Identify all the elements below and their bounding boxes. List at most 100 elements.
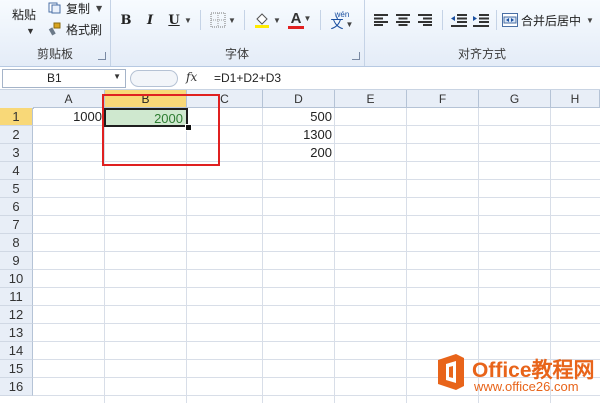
merge-center-button[interactable]: 合并后居中 ▼ [502, 10, 600, 30]
gridline [33, 341, 600, 342]
watermark: Office教程网 www.office26.com [432, 348, 600, 400]
gridline [33, 269, 600, 270]
separator [320, 10, 321, 30]
column-header-a[interactable]: A [33, 90, 105, 108]
font-group-label: 字体 [224, 47, 249, 61]
copy-icon [48, 2, 61, 14]
row-header-13[interactable]: 13 [0, 324, 33, 342]
dialog-launcher-icon[interactable] [352, 52, 360, 60]
formula-bar: B1 ▼ fx =D1+D2+D3 [0, 67, 600, 90]
chevron-down-icon: ▼ [228, 15, 236, 25]
row-header-16[interactable]: 16 [0, 378, 33, 396]
insert-function-icon[interactable]: fx [186, 70, 197, 84]
row-header-10[interactable]: 10 [0, 270, 33, 288]
font-color-button[interactable]: A ▼ [286, 10, 316, 30]
row-header-9[interactable]: 9 [0, 252, 33, 270]
separator [244, 10, 245, 30]
chevron-down-icon: ▼ [586, 15, 594, 25]
font-group: B I U ▼ ▼ ▼ A ▼ wén 文 ▼ 字体 [110, 0, 365, 66]
underline-dropdown[interactable]: ▼ [182, 10, 192, 30]
column-header-f[interactable]: F [407, 90, 479, 108]
separator [200, 10, 201, 30]
align-center-button[interactable] [394, 10, 412, 30]
row-header-1[interactable]: 1 [0, 108, 33, 126]
formula-resize-handle[interactable] [130, 70, 178, 87]
ribbon: 粘贴 ▼ 复制 ▼ 格式刷 剪贴板 B I U ▼ ▼ ▼ A ▼ wén 文 … [0, 0, 600, 67]
gridline [33, 179, 600, 180]
border-icon [210, 12, 226, 28]
name-box-value: B1 [47, 71, 62, 85]
chevron-down-icon: ▼ [113, 72, 121, 81]
decrease-indent-icon [451, 13, 467, 27]
gridline [33, 197, 600, 198]
decrease-indent-button[interactable] [450, 10, 468, 30]
clipboard-group-label: 剪贴板 [36, 47, 73, 61]
align-left-button[interactable] [372, 10, 390, 30]
brush-icon [48, 22, 61, 36]
name-box[interactable]: B1 ▼ [2, 69, 126, 88]
row-header-15[interactable]: 15 [0, 360, 33, 378]
formula-input[interactable]: =D1+D2+D3 [214, 71, 281, 85]
cell-d1[interactable]: 500 [263, 108, 335, 126]
phonetic-wen2-label: 文 [330, 17, 344, 32]
column-header-d[interactable]: D [263, 90, 335, 108]
merge-center-label: 合并后居中 [521, 13, 582, 28]
select-all-corner[interactable] [0, 90, 34, 109]
underline-button[interactable]: U [166, 10, 182, 30]
clipboard-group: 粘贴 ▼ 复制 ▼ 格式刷 剪贴板 [0, 0, 111, 66]
row-header-12[interactable]: 12 [0, 306, 33, 324]
paste-label: 粘贴 [12, 8, 37, 22]
italic-button[interactable]: I [142, 10, 158, 30]
phonetic-button[interactable]: wén 文 ▼ [326, 10, 358, 32]
align-center-icon [396, 14, 410, 26]
cell-d2[interactable]: 1300 [263, 126, 335, 144]
paint-bucket-icon [255, 13, 270, 28]
watermark-url: www.office26.com [474, 379, 579, 394]
increase-indent-button[interactable] [472, 10, 490, 30]
row-header-14[interactable]: 14 [0, 342, 33, 360]
merge-cells-icon [502, 13, 518, 27]
row-header-2[interactable]: 2 [0, 126, 33, 144]
chevron-down-icon: ▼ [345, 20, 354, 29]
gridline [33, 305, 600, 306]
alignment-group: 合并后居中 ▼ 对齐方式 [364, 0, 600, 66]
row-header-5[interactable]: 5 [0, 180, 33, 198]
gridline [33, 233, 600, 234]
row-header-7[interactable]: 7 [0, 216, 33, 234]
align-right-button[interactable] [416, 10, 434, 30]
row-header-11[interactable]: 11 [0, 288, 33, 306]
row-header-4[interactable]: 4 [0, 162, 33, 180]
dialog-launcher-icon[interactable] [98, 52, 106, 60]
chevron-down-icon: ▼ [96, 3, 103, 13]
row-header-3[interactable]: 3 [0, 144, 33, 162]
separator [442, 10, 443, 30]
chevron-down-icon: ▼ [184, 15, 192, 25]
gridline [33, 215, 600, 216]
format-painter-button[interactable]: 格式刷 [48, 20, 102, 38]
row-header-8[interactable]: 8 [0, 234, 33, 252]
paste-button[interactable]: 粘贴 ▼ [6, 2, 42, 40]
cell-a1[interactable]: 1000 [33, 108, 105, 126]
gridline [33, 323, 600, 324]
column-header-g[interactable]: G [479, 90, 551, 108]
column-header-h[interactable]: H [551, 90, 600, 108]
highlight-annotation-box [102, 94, 220, 166]
chevron-down-icon: ▼ [26, 26, 35, 36]
fill-color-button[interactable]: ▼ [250, 10, 284, 30]
borders-button[interactable]: ▼ [208, 10, 238, 30]
chevron-down-icon: ▼ [303, 14, 312, 23]
font-color-icon: A [290, 9, 302, 27]
bold-button[interactable]: B [118, 10, 134, 30]
gridline [33, 287, 600, 288]
cell-d3[interactable]: 200 [263, 144, 335, 162]
increase-indent-icon [473, 13, 489, 27]
formula-controls: fx [128, 69, 208, 87]
row-header-6[interactable]: 6 [0, 198, 33, 216]
copy-button[interactable]: 复制 ▼ [48, 0, 102, 16]
format-painter-label: 格式刷 [66, 22, 103, 37]
gridline [33, 251, 600, 252]
column-header-e[interactable]: E [335, 90, 407, 108]
office-logo-icon [438, 354, 464, 390]
align-left-icon [374, 14, 388, 26]
align-right-icon [418, 14, 432, 26]
